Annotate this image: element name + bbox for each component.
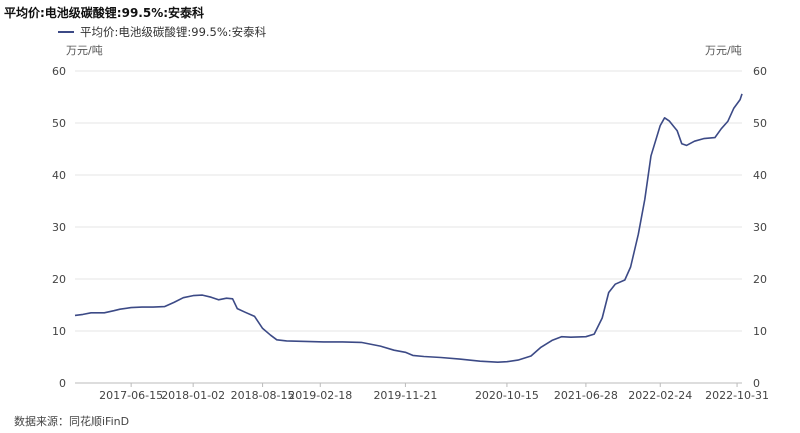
line-chart: 0102030405060 0102030405060 2017-06-1520… [52,65,769,402]
y-tick-label-right: 30 [753,221,767,234]
grid-lines [75,70,742,332]
y-tick-label-left: 0 [59,377,66,390]
x-tick-label: 2017-06-15 [99,389,163,402]
y-tick-label-left: 10 [52,325,66,338]
x-tick-label: 2018-01-02 [161,389,225,402]
y-tick-label-left: 30 [52,221,66,234]
x-tick-label: 2022-10-31 [705,389,769,402]
x-tick-label: 2018-08-15 [231,389,295,402]
y-axis-left: 0 10 20 30 40 50 60 [52,65,66,390]
y-tick-label-left: 50 [52,117,66,130]
y-tick-label-right: 10 [753,325,767,338]
y-tick-label-right: 50 [753,117,767,130]
y-tick-label-right: 40 [753,169,767,182]
y-axis-right: 0102030405060 [753,65,767,390]
series-line [74,93,743,364]
data-source: 数据来源：同花顺iFinD [14,415,130,428]
y-tick-label-left: 60 [52,65,66,78]
x-tick-label: 2022-02-24 [628,389,692,402]
x-tick-label: 2020-10-15 [475,389,539,402]
y-tick-label-right: 20 [753,273,767,286]
x-axis: 2017-06-152018-01-02 2018-08-152019-02-18… [75,382,769,402]
y-tick-label-left: 40 [52,169,66,182]
x-tick-label: 2021-06-28 [554,389,618,402]
x-tick-label: 2019-02-18 [288,389,352,402]
series-lines [74,93,743,364]
x-tick-label: 2019-11-21 [373,389,437,402]
y-tick-label-left: 20 [52,273,66,286]
y-tick-label-right: 60 [753,65,767,78]
